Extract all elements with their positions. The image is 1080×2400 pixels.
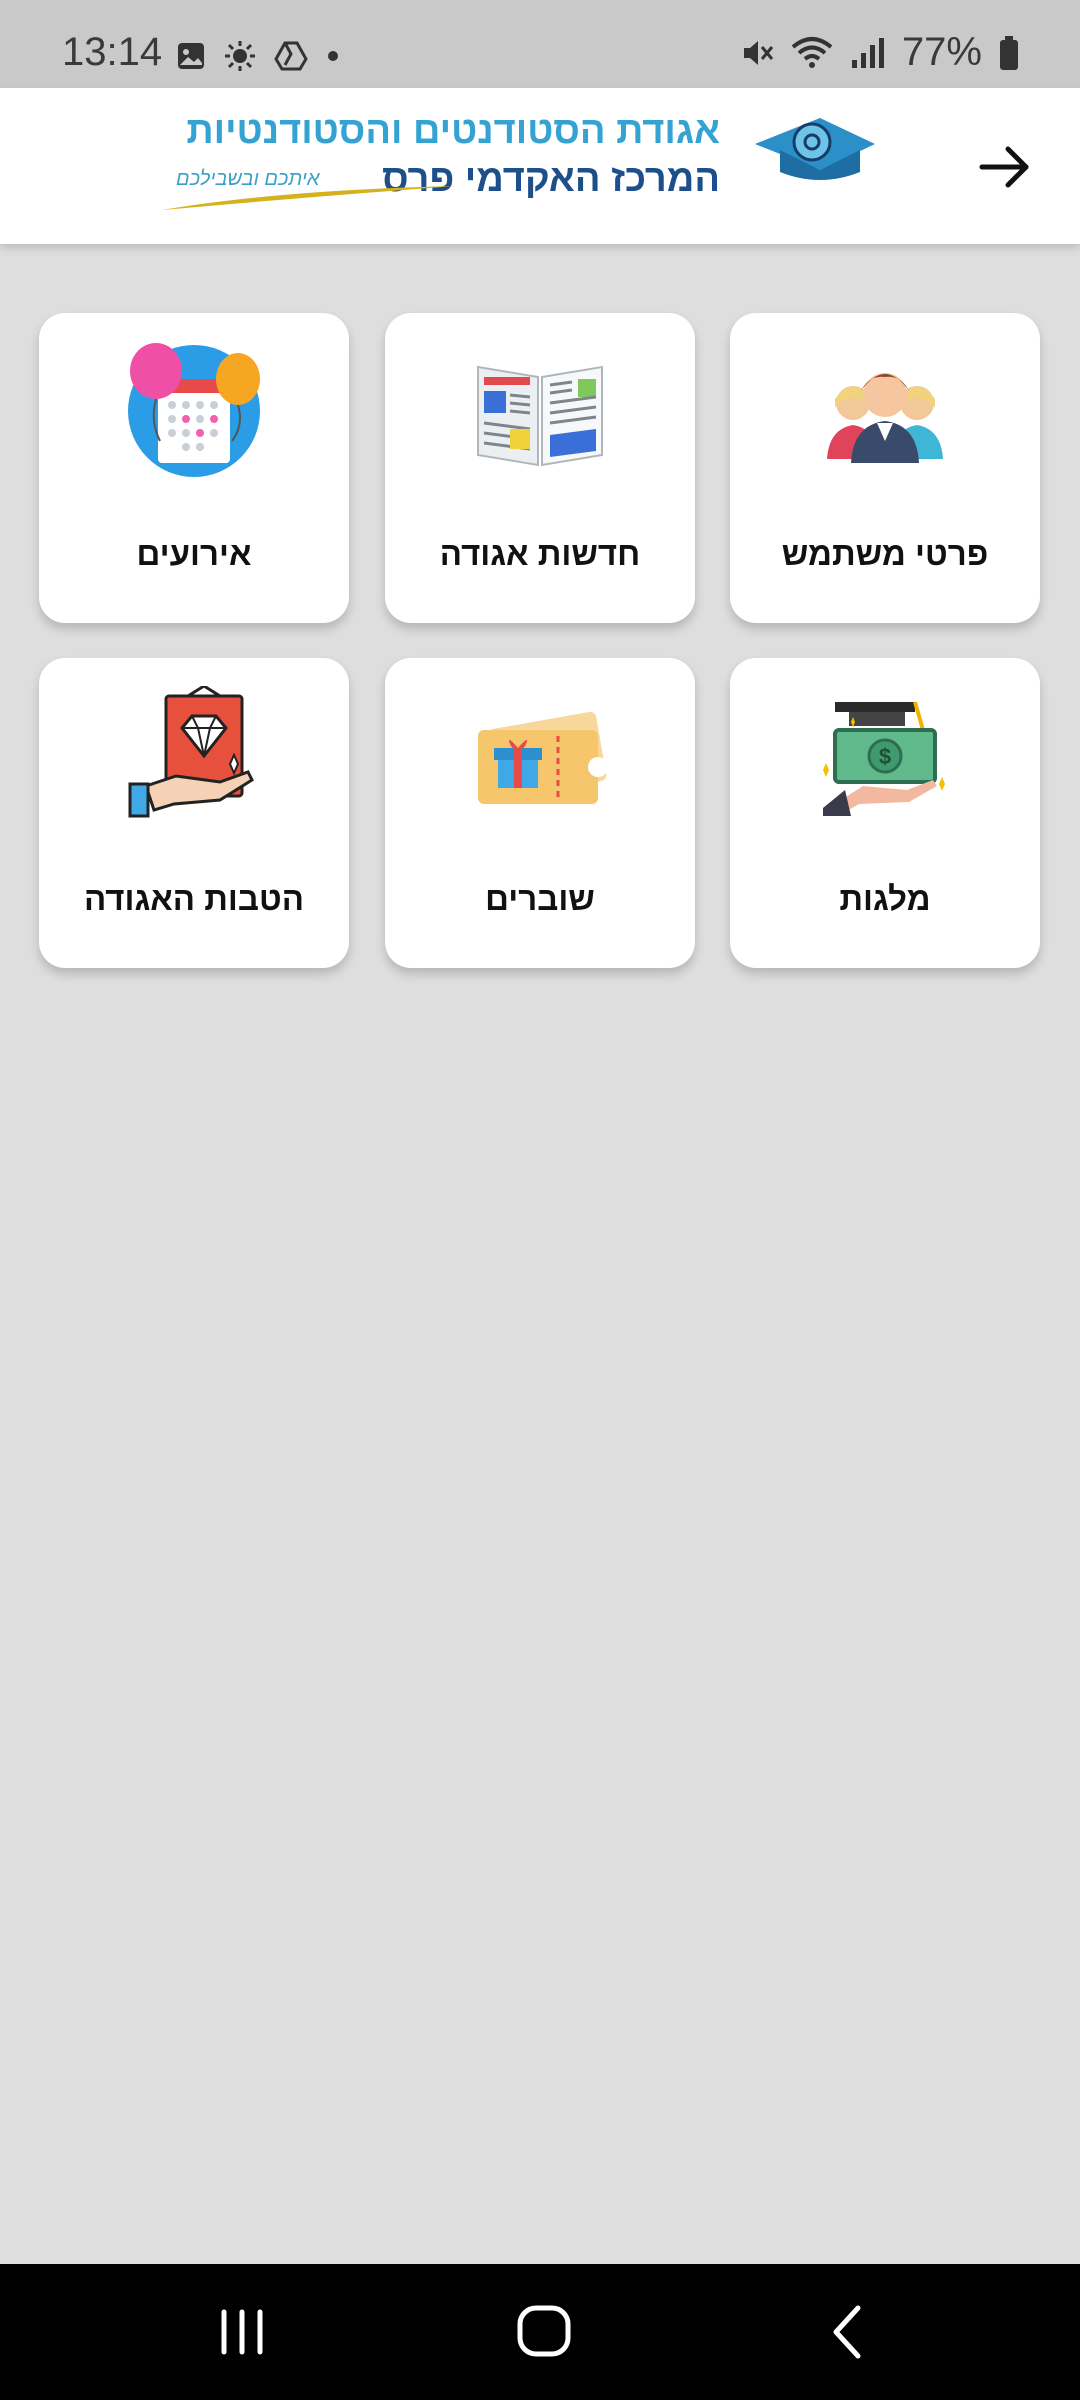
dot-icon: [328, 51, 338, 61]
mute-icon: [743, 40, 774, 65]
tile-association-benefits[interactable]: הטבות האגודה: [39, 658, 349, 968]
brightness-icon: [225, 41, 255, 71]
tile-events[interactable]: אירועים: [39, 313, 349, 623]
voucher-gift-icon: [478, 711, 608, 804]
calendar-balloons-icon: [128, 343, 260, 477]
users-icon: [827, 373, 943, 463]
tile-label: פרטי משתמש: [781, 535, 989, 572]
status-bar: 13:14 77%: [0, 0, 1080, 88]
drive-icon: [274, 41, 308, 71]
svg-text:$: $: [879, 744, 891, 769]
newspaper-icon: [477, 365, 603, 467]
status-left-icons: [176, 40, 340, 72]
tile-label: שוברים: [485, 880, 595, 917]
logo-swoosh: [162, 186, 456, 210]
tile-association-news[interactable]: חדשות אגודה: [385, 313, 695, 623]
benefits-diamond-icon: [128, 686, 254, 818]
app-header: אגודת הסטודנטים והסטודנטיות המרכז האקדמי…: [0, 88, 1080, 244]
association-logo: אגודת הסטודנטים והסטודנטיות המרכז האקדמי…: [160, 110, 880, 230]
system-nav-bar: [0, 2264, 1080, 2400]
tile-vouchers[interactable]: שוברים: [385, 658, 695, 968]
tile-scholarships[interactable]: $ מלגות: [730, 658, 1040, 968]
tile-label: הטבות האגודה: [83, 880, 305, 917]
graduation-cap-logo-icon: [755, 118, 875, 180]
battery-percentage: 77%: [901, 30, 982, 74]
tile-user-details[interactable]: פרטי משתמש: [730, 313, 1040, 623]
battery-icon: [1000, 35, 1018, 70]
tile-label: חדשות אגודה: [439, 535, 641, 572]
scholarship-money-icon: $: [823, 701, 945, 816]
recent-apps-icon[interactable]: [212, 2304, 272, 2360]
tile-label: אירועים: [136, 535, 252, 572]
status-right-icons: 77%: [740, 30, 1020, 75]
image-icon: [178, 43, 204, 69]
arrow-right-icon[interactable]: [978, 140, 1032, 194]
back-icon[interactable]: [818, 2304, 878, 2360]
wifi-icon: [791, 36, 833, 68]
signal-icon: [851, 37, 884, 68]
home-icon[interactable]: [514, 2304, 574, 2360]
logo-title-line1: אגודת הסטודנטים והסטודנטיות: [186, 110, 720, 152]
tile-label: מלגות: [839, 880, 931, 917]
status-time: 13:14: [62, 30, 163, 74]
